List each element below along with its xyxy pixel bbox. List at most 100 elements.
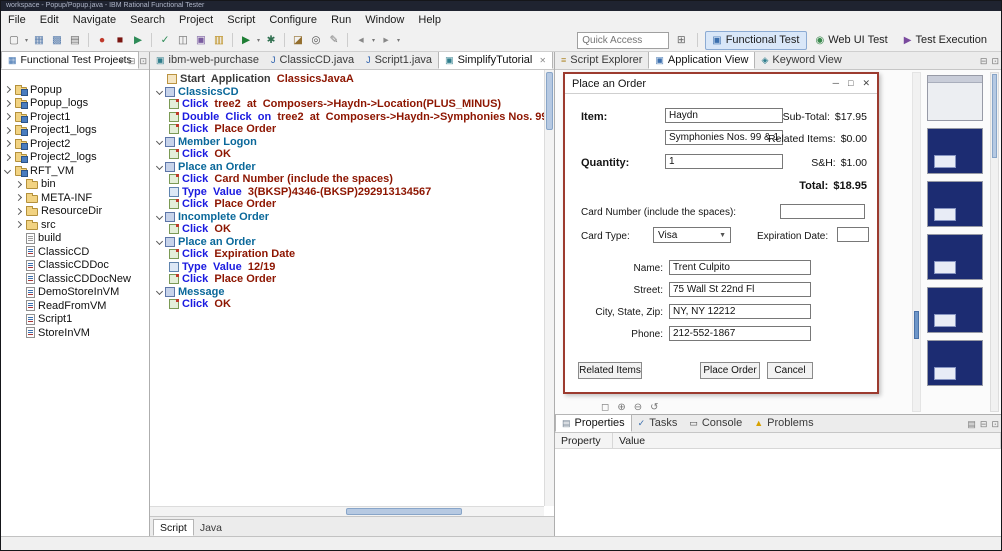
script-line[interactable]: Click Card Number (include the spaces) — [150, 173, 544, 186]
toolbar-record-icon[interactable]: ● — [94, 32, 110, 49]
script-line[interactable]: Start Application ClassicsJavaA — [150, 73, 544, 86]
menu-item-script[interactable]: Script — [220, 11, 262, 29]
menu-item-edit[interactable]: Edit — [33, 11, 66, 29]
maximize-icon[interactable]: ⊡ — [991, 56, 999, 67]
toolbar-debug-icon[interactable]: ✱ — [263, 32, 279, 49]
toolbar-run-script-dropdown-icon[interactable]: ▾ — [255, 37, 262, 44]
editor-tab-ibm-web-purchase[interactable]: ▣ ibm-web-purchase — [150, 52, 265, 69]
editor-mode-tab-java[interactable]: Java — [194, 519, 228, 536]
perspective-functional-test[interactable]: ▣ Functional Test — [705, 30, 807, 50]
script-line[interactable]: Click Expiration Date — [150, 248, 544, 261]
chevron-down-icon[interactable] — [155, 138, 164, 146]
item-detail-input[interactable] — [665, 130, 783, 145]
related-items-button[interactable]: Related Items — [578, 362, 642, 379]
toolbar-save-all-icon[interactable]: ▩ — [49, 32, 65, 49]
toolbar-forward-dropdown-icon[interactable]: ▾ — [395, 37, 402, 44]
editor-mode-tab-script[interactable]: Script — [153, 519, 194, 536]
toolbar-dataset-icon[interactable]: ▥ — [211, 32, 227, 49]
script-line[interactable]: Click Place Order — [150, 123, 544, 136]
zoom-out-icon[interactable]: ⊖ — [634, 402, 642, 413]
menu-item-file[interactable]: File — [1, 11, 33, 29]
tree-item-demostoreinvm[interactable]: DemoStoreInVM — [1, 286, 149, 300]
tree-item-meta-inf[interactable]: META-INF — [1, 191, 149, 205]
value-column-header[interactable]: Value — [613, 433, 1001, 448]
toolbar-back-icon[interactable]: ◂ — [353, 32, 369, 49]
minimize-icon[interactable]: ⊟ — [980, 419, 988, 430]
script-line[interactable]: Double Click on tree2 at Composers->Hayd… — [150, 111, 544, 124]
menu-item-configure[interactable]: Configure — [262, 11, 324, 29]
toolbar-search-icon[interactable]: ◎ — [308, 32, 324, 49]
menu-item-search[interactable]: Search — [123, 11, 172, 29]
zoom-in-icon[interactable]: ⊕ — [617, 402, 625, 413]
editor-tab-script1-java[interactable]: J Script1.java — [360, 52, 438, 69]
editor-horizontal-scrollbar[interactable] — [150, 506, 544, 516]
maximize-icon[interactable]: ⊡ — [139, 56, 147, 67]
editor-tab-classiccd-java[interactable]: J ClassicCD.java — [265, 52, 360, 69]
menu-item-run[interactable]: Run — [324, 11, 358, 29]
script-line[interactable]: Member Logon — [150, 136, 544, 149]
chevron-right-icon[interactable] — [14, 194, 23, 202]
property-column-header[interactable]: Property — [555, 433, 613, 448]
script-line[interactable]: Place an Order — [150, 236, 544, 249]
tree-item-project2[interactable]: Project2 — [1, 137, 149, 151]
tree-item-project1[interactable]: Project1 — [1, 110, 149, 124]
card-type-select[interactable]: Visa ▼ — [653, 227, 731, 243]
dialog-minimize-icon[interactable]: ─ — [833, 78, 839, 89]
perspective-test-execution[interactable]: ▶ Test Execution — [897, 31, 994, 50]
scrollbar-thumb[interactable] — [992, 74, 997, 158]
menu-item-navigate[interactable]: Navigate — [66, 11, 123, 29]
toolbar-annotation-icon[interactable]: ✎ — [326, 32, 342, 49]
item-input[interactable] — [665, 108, 783, 123]
script-line[interactable]: Click OK — [150, 148, 544, 161]
script-line[interactable]: Message — [150, 286, 544, 299]
toolbar-new-dropdown-icon[interactable]: ▾ — [23, 37, 30, 44]
refresh-icon[interactable]: ↺ — [650, 402, 658, 413]
view-tab-problems[interactable]: ▲ Problems — [748, 414, 819, 432]
script-line[interactable]: Click Place Order — [150, 273, 544, 286]
view-menu-icon[interactable]: ▾ — [119, 56, 124, 67]
view-tab-tasks[interactable]: ✓ Tasks — [632, 414, 684, 432]
script-line[interactable]: ClassicsCD — [150, 86, 544, 99]
view-tab-application-view[interactable]: ▣ Application View — [648, 52, 756, 69]
view-tab-console[interactable]: ▭ Console — [683, 414, 748, 432]
dialog-titlebar[interactable]: Place an Order ─ □ ✕ — [565, 74, 877, 94]
tree-item-classiccddoc[interactable]: ClassicCDDoc — [1, 259, 149, 273]
view-tab-properties[interactable]: ▤ Properties — [555, 414, 632, 432]
script-line[interactable]: Click OK — [150, 298, 544, 311]
card-number-input[interactable] — [780, 204, 865, 219]
tree-item-build[interactable]: build — [1, 232, 149, 246]
filmstrip-scrollbar[interactable] — [990, 72, 999, 412]
toolbar-object-map-icon[interactable]: ◫ — [175, 32, 191, 49]
maximize-icon[interactable]: ⊡ — [991, 419, 999, 430]
screenshot-thumbnail[interactable] — [927, 181, 983, 227]
tree-item-project2-logs[interactable]: Project2_logs — [1, 151, 149, 165]
application-view-scrollbar[interactable] — [912, 72, 921, 412]
tree-item-rft-vm[interactable]: RFT_VM — [1, 164, 149, 178]
view-tab-keyword-view[interactable]: ◈ Keyword View — [755, 52, 847, 69]
tab-functional-test-projects[interactable]: ▦ Functional Test Projects — [1, 51, 139, 69]
toolbar-play-icon[interactable]: ▶ — [130, 32, 146, 49]
tree-item-bin[interactable]: bin — [1, 178, 149, 192]
street-input[interactable] — [669, 282, 811, 297]
toolbar-print-icon[interactable]: ▤ — [67, 32, 83, 49]
chevron-down-icon[interactable] — [155, 238, 164, 246]
chevron-down-icon[interactable] — [3, 167, 12, 175]
toolbar-new-project-icon[interactable]: ◪ — [290, 32, 306, 49]
minimize-icon[interactable]: ⊟ — [128, 56, 136, 67]
dialog-close-icon[interactable]: ✕ — [862, 78, 870, 89]
tree-item-readfromvm[interactable]: ReadFromVM — [1, 299, 149, 313]
close-icon[interactable]: ✕ — [539, 56, 546, 65]
scrollbar-thumb[interactable] — [914, 311, 919, 339]
minimize-icon[interactable]: ⊟ — [980, 56, 988, 67]
chevron-right-icon[interactable] — [3, 113, 12, 121]
tree-item-script1[interactable]: Script1 — [1, 313, 149, 327]
tree-item-popup[interactable]: Popup — [1, 83, 149, 97]
tree-item-classiccd[interactable]: ClassicCD — [1, 245, 149, 259]
tree-item-project1-logs[interactable]: Project1_logs — [1, 124, 149, 138]
toolbar-insert-verification-point-icon[interactable]: ✓ — [157, 32, 173, 49]
chevron-right-icon[interactable] — [3, 99, 12, 107]
menu-item-window[interactable]: Window — [358, 11, 411, 29]
quick-access-input[interactable] — [577, 31, 670, 49]
toolbar-run-script-icon[interactable]: ▶ — [238, 32, 254, 49]
chevron-right-icon[interactable] — [3, 153, 12, 161]
